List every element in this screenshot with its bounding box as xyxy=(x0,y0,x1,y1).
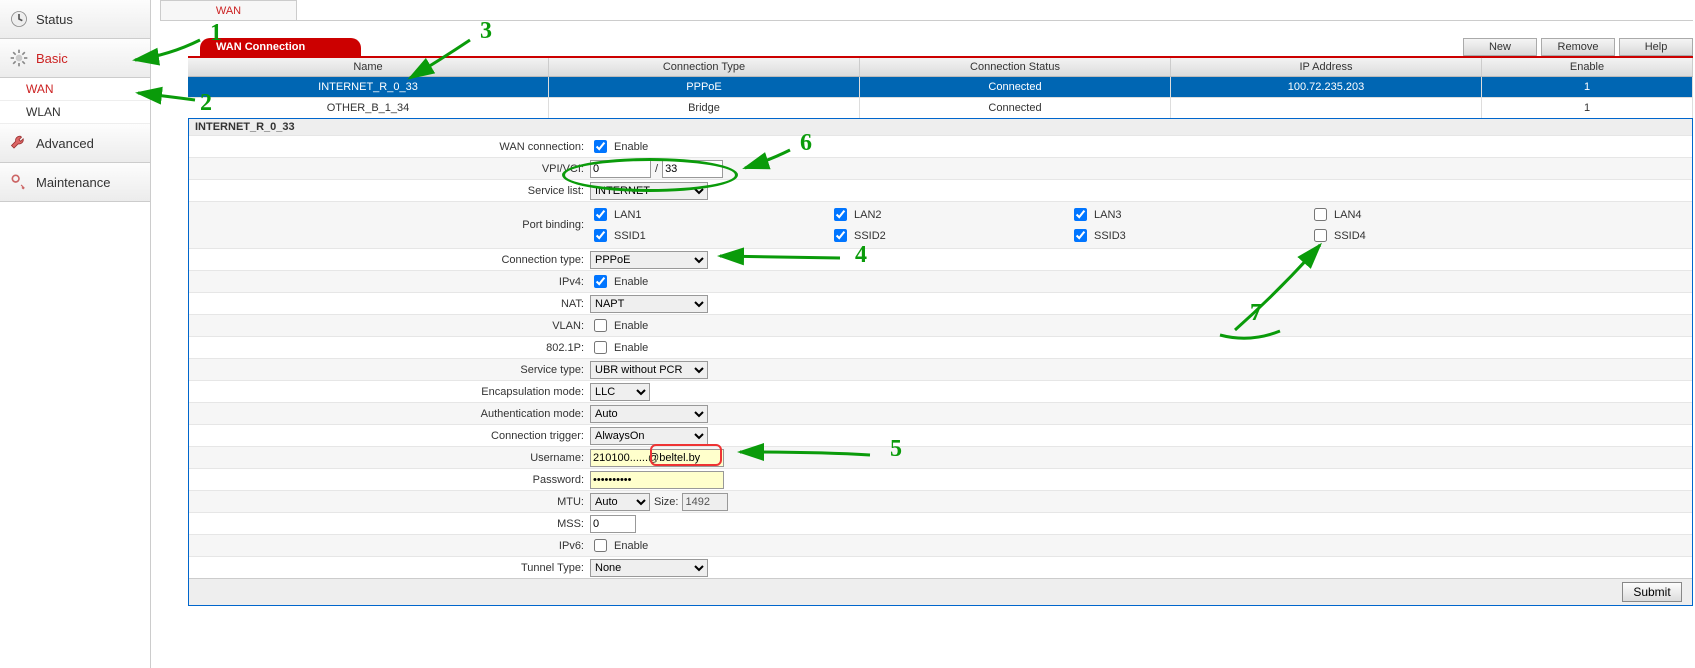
vpi-input[interactable] xyxy=(590,160,651,178)
service-type-select[interactable]: UBR without PCR xyxy=(590,361,708,379)
lab-mss: MSS: xyxy=(189,518,590,530)
table-header: Name Connection Type Connection Status I… xyxy=(188,58,1693,77)
toolbar: New Remove Help xyxy=(1463,38,1693,56)
lab-service-list: Service list: xyxy=(189,185,590,197)
help-button[interactable]: Help xyxy=(1619,38,1693,56)
chk-ssid2[interactable] xyxy=(834,229,847,242)
new-button[interactable]: New xyxy=(1463,38,1537,56)
chk-ssid4[interactable] xyxy=(1314,229,1327,242)
chk-lan4[interactable] xyxy=(1314,208,1327,221)
nav-sub-wan[interactable]: WAN xyxy=(0,78,150,101)
tunnel-select[interactable]: None xyxy=(590,559,708,577)
connections-table: Name Connection Type Connection Status I… xyxy=(188,58,1693,119)
lab-8021p: 802.1P: xyxy=(189,342,590,354)
breadcrumb-tab[interactable]: WAN xyxy=(160,0,297,21)
th-type: Connection Type xyxy=(549,58,860,76)
form-title: INTERNET_R_0_33 xyxy=(189,119,1692,135)
nav-advanced-label: Advanced xyxy=(36,136,94,151)
nav-maintenance[interactable]: Maintenance xyxy=(0,163,150,202)
chk-lan2[interactable] xyxy=(834,208,847,221)
submit-button[interactable]: Submit xyxy=(1622,582,1682,602)
lab-password: Password: xyxy=(189,474,590,486)
table-row[interactable]: INTERNET_R_0_33 PPPoE Connected 100.72.2… xyxy=(188,77,1693,98)
wrench-icon xyxy=(8,132,30,154)
mss-input[interactable] xyxy=(590,515,636,533)
crumb-underline xyxy=(160,20,1693,21)
nav-sub-wlan[interactable]: WLAN xyxy=(0,101,150,124)
nat-select[interactable]: NAPT xyxy=(590,295,708,313)
chk-lan3[interactable] xyxy=(1074,208,1087,221)
th-ip: IP Address xyxy=(1171,58,1482,76)
lab-trigger: Connection trigger: xyxy=(189,430,590,442)
chk-ipv6[interactable] xyxy=(594,539,607,552)
username-input[interactable] xyxy=(590,449,724,467)
wan-form: INTERNET_R_0_33 WAN connection: Enable V… xyxy=(188,118,1693,606)
service-list-select[interactable]: INTERNET xyxy=(590,182,708,200)
th-enable: Enable xyxy=(1482,58,1693,76)
th-status: Connection Status xyxy=(860,58,1171,76)
nav-status[interactable]: Status xyxy=(0,0,150,39)
conn-type-select[interactable]: PPPoE xyxy=(590,251,708,269)
lab-mtu: MTU: xyxy=(189,496,590,508)
chk-vlan[interactable] xyxy=(594,319,607,332)
auth-select[interactable]: Auto xyxy=(590,405,708,423)
mtu-size-input xyxy=(682,493,728,511)
chk-8021p[interactable] xyxy=(594,341,607,354)
trigger-select[interactable]: AlwaysOn xyxy=(590,427,708,445)
password-input[interactable] xyxy=(590,471,724,489)
lab-auth: Authentication mode: xyxy=(189,408,590,420)
chk-lan1[interactable] xyxy=(594,208,607,221)
nav-basic[interactable]: Basic xyxy=(0,39,150,78)
chk-ipv4[interactable] xyxy=(594,275,607,288)
lab-vlan: VLAN: xyxy=(189,320,590,332)
lab-username: Username: xyxy=(189,452,590,464)
chk-wan-enable[interactable] xyxy=(594,140,607,153)
encap-select[interactable]: LLC xyxy=(590,383,650,401)
vci-input[interactable] xyxy=(662,160,723,178)
lab-vpi-vci: VPI/VCI: xyxy=(189,163,590,175)
nav-basic-label: Basic xyxy=(36,51,68,66)
chk-ssid1[interactable] xyxy=(594,229,607,242)
lab-port-binding: Port binding: xyxy=(189,219,590,231)
nav-advanced[interactable]: Advanced xyxy=(0,124,150,163)
section-tab: WAN Connection xyxy=(200,38,361,56)
nav-maintenance-label: Maintenance xyxy=(36,175,110,190)
lab-ipv6: IPv6: xyxy=(189,540,590,552)
lab-nat: NAT: xyxy=(189,298,590,310)
lab-encap: Encapsulation mode: xyxy=(189,386,590,398)
lab-service-type: Service type: xyxy=(189,364,590,376)
nav-status-label: Status xyxy=(36,12,73,27)
chk-ssid3[interactable] xyxy=(1074,229,1087,242)
lab-tunnel: Tunnel Type: xyxy=(189,562,590,574)
th-name: Name xyxy=(188,58,549,76)
status-icon xyxy=(8,8,30,30)
key-icon xyxy=(8,171,30,193)
lab-wan-conn: WAN connection: xyxy=(189,141,590,153)
lab-ipv4: IPv4: xyxy=(189,276,590,288)
mtu-mode-select[interactable]: Auto xyxy=(590,493,650,511)
lab-conn-type: Connection type: xyxy=(189,254,590,266)
table-row[interactable]: OTHER_B_1_34 Bridge Connected 1 xyxy=(188,98,1693,119)
gear-icon xyxy=(8,47,30,69)
remove-button[interactable]: Remove xyxy=(1541,38,1615,56)
